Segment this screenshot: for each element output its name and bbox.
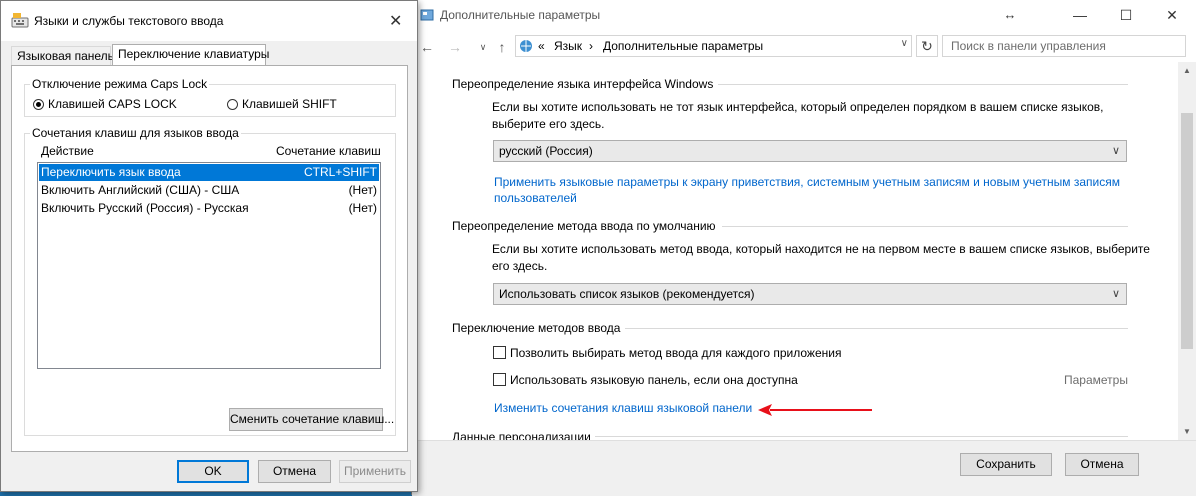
change-hotkeys-link[interactable]: Изменить сочетания клавиш языковой панел… [494,401,752,415]
control-panel-window: Дополнительные параметры ↔ — ☐ ✕ ← → ∨ ↑… [411,0,1196,496]
column-header-hotkey: Сочетание клавиш [276,144,381,158]
apply-button[interactable]: Применить [339,460,411,483]
input-method-description: Если вы хотите использовать метод ввода,… [492,242,1150,273]
control-panel-icon [420,9,434,21]
list-item-keys: (Нет) [348,183,377,197]
section-divider [625,328,1128,329]
main-footer: Сохранить Отмена [412,440,1196,496]
input-method-select-value: Использовать список языков (рекомендуетс… [499,287,755,301]
back-arrow-icon[interactable]: ← [416,33,438,61]
caps-lock-group: Отключение режима Caps Lock Клавишей CAP… [24,77,396,117]
list-item-action: Включить Английский (США) - США [41,183,240,197]
refresh-icon[interactable]: ↻ [916,35,938,57]
hotkeys-list[interactable]: Переключить язык ввода CTRL+SHIFT Включи… [37,162,381,369]
language-bar-checkbox[interactable] [493,373,506,386]
list-item-keys: (Нет) [348,201,377,215]
section-title-switching: Переключение методов ввода [452,321,621,335]
breadcrumb-language[interactable]: Язык [554,39,582,53]
input-method-select[interactable]: Использовать список языков (рекомендуетс… [493,283,1127,305]
column-header-action: Действие [41,144,94,158]
section-title-input-method: Переопределение метода ввода по умолчани… [452,219,716,233]
hotkeys-group-title: Сочетания клавиш для языков ввода [30,126,241,140]
forward-arrow-icon[interactable]: → [444,33,466,61]
list-item[interactable]: Переключить язык ввода CTRL+SHIFT [39,164,379,181]
dialog-close-button[interactable]: ✕ [389,11,402,31]
breadcrumb-advanced-settings[interactable]: Дополнительные параметры [603,39,763,53]
caps-lock-group-title: Отключение режима Caps Lock [30,77,210,91]
dialog-titlebar: Языки и службы текстового ввода ✕ [1,1,417,41]
dialog-footer: OK Отмена Применить [1,460,417,484]
language-bar-options-link[interactable]: Параметры [1064,373,1128,387]
caps-lock-key-radio[interactable] [33,99,44,110]
chevron-down-icon[interactable]: ∨ [901,38,908,49]
list-item[interactable]: Включить Английский (США) - США (Нет) [39,182,379,199]
per-app-input-checkbox[interactable] [493,346,506,359]
per-app-input-label: Позволить выбирать метод ввода для каждо… [510,346,842,360]
scrollbar-thumb[interactable] [1181,113,1193,349]
language-bar-option[interactable]: Использовать языковую панель, если она д… [493,373,798,387]
address-bar[interactable]: « Язык › Дополнительные параметры ∨ [515,35,912,57]
search-input[interactable]: Поиск в панели управления [942,35,1186,57]
language-bar-label: Использовать языковую панель, если она д… [510,373,798,387]
vertical-scrollbar[interactable]: ▲ ▼ [1178,62,1196,440]
settings-content: Переопределение языка интерфейса Windows… [412,62,1178,440]
dialog-title: Языки и службы текстового ввода [34,14,224,28]
window-title: Дополнительные параметры [440,8,601,22]
apply-welcome-screen-link[interactable]: Применить языковые параметры к экрану пр… [494,174,1134,206]
section-title-ui-language: Переопределение языка интерфейса Windows [452,77,714,91]
change-hotkey-button[interactable]: Сменить сочетание клавиш... [229,408,394,431]
chevron-down-icon: ∨ [1111,145,1120,157]
section-divider [718,84,1128,85]
per-app-input-option[interactable]: Позволить выбирать метод ввода для каждо… [493,346,841,360]
ui-language-description: Если вы хотите использовать не тот язык … [492,100,1104,131]
breadcrumb-overflow[interactable]: « [538,39,545,53]
navigation-bar: ← → ∨ ↑ « Язык › Дополнительные параметр… [412,33,1196,61]
main-titlebar: Дополнительные параметры ↔ — ☐ ✕ [412,0,1196,30]
caps-lock-key-option[interactable]: Клавишей CAPS LOCK [33,97,177,111]
list-item-action: Переключить язык ввода [41,165,181,179]
close-button[interactable]: ✕ [1149,0,1195,30]
list-item-keys: CTRL+SHIFT [303,165,377,179]
ok-button[interactable]: OK [177,460,249,483]
chevron-down-icon: ∨ [1111,288,1120,300]
control-panel-icon [520,40,532,52]
breadcrumb-separator: › [589,39,593,53]
caps-lock-key-label: Клавишей CAPS LOCK [48,97,177,111]
tab-language-bar[interactable]: Языковая панель [11,46,114,65]
ui-language-select-value: русский (Россия) [499,144,593,158]
cancel-button[interactable]: Отмена [1065,453,1139,476]
tab-keyboard-switching[interactable]: Переключение клавиатуры [112,44,269,66]
save-button[interactable]: Сохранить [960,453,1052,476]
keyboard-language-icon [11,13,29,28]
scroll-down-icon[interactable]: ▼ [1178,423,1196,440]
resize-cursor-icon: ↔ [1003,7,1017,22]
section-divider [722,226,1128,227]
up-arrow-icon[interactable]: ↑ [491,33,513,61]
text-services-dialog: Языки и службы текстового ввода ✕ Языков… [0,0,418,492]
shift-key-label: Клавишей SHIFT [242,97,337,111]
minimize-button[interactable]: — [1057,0,1103,30]
maximize-button[interactable]: ☐ [1103,0,1149,30]
list-item[interactable]: Включить Русский (Россия) - Русская (Нет… [39,200,379,217]
list-item-action: Включить Русский (Россия) - Русская [41,201,249,215]
shift-key-option[interactable]: Клавишей SHIFT [227,97,337,111]
section-divider [595,436,1128,437]
scroll-up-icon[interactable]: ▲ [1178,62,1196,79]
keyboard-switching-panel: Отключение режима Caps Lock Клавишей CAP… [11,65,408,452]
red-arrow-annotation [758,404,872,416]
ui-language-select[interactable]: русский (Россия) ∨ [493,140,1127,162]
hotkeys-group: Сочетания клавиш для языков ввода Действ… [24,126,396,436]
shift-key-radio[interactable] [227,99,238,110]
dialog-cancel-button[interactable]: Отмена [258,460,331,483]
section-title-personalization: Данные персонализации [452,430,591,440]
